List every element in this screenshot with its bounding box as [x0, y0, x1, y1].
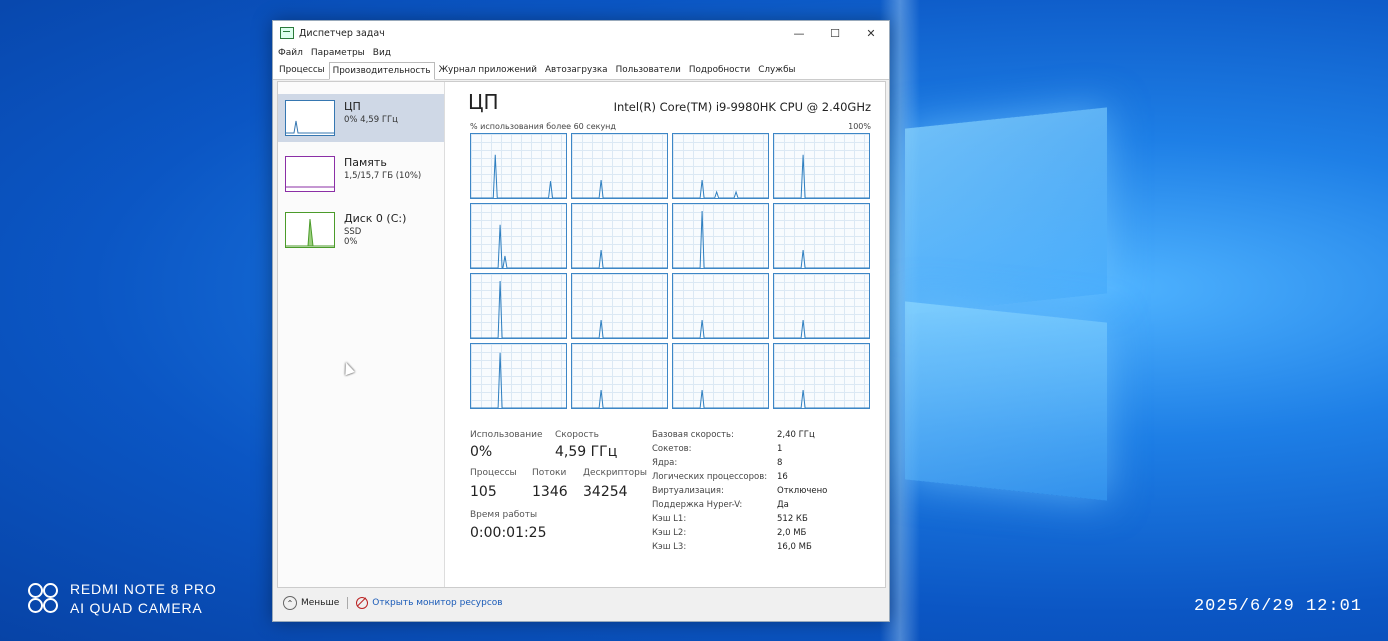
logical-processor-graph [470, 343, 567, 409]
logical-processor-graph [672, 343, 769, 409]
performance-panel: ЦП 0% 4,59 ГГц Память 1,5/15,7 ГБ (10%) … [277, 81, 886, 588]
cpu-detail-pane: ЦП Intel(R) Core(TM) i9-9980HK CPU @ 2.4… [444, 82, 885, 587]
tab-processes[interactable]: Процессы [275, 61, 329, 79]
tab-bar: Процессы Производительность Журнал прило… [273, 60, 889, 80]
speed-label: Скорость [555, 430, 599, 440]
camera-watermark-line1: REDMI NOTE 8 PRO [70, 581, 217, 597]
logical-processor-graph [773, 203, 870, 269]
menu-bar: Файл Параметры Вид [273, 45, 889, 60]
spec-value: 16,0 МБ [777, 542, 812, 552]
photo-datestamp: 2025/6/29 12:01 [1193, 597, 1362, 616]
memory-thumbnail-graph [285, 156, 335, 192]
title-bar[interactable]: Диспетчер задач — ☐ ✕ [273, 21, 889, 45]
menu-view[interactable]: Вид [373, 48, 391, 58]
spec-key: Поддержка Hyper-V: [652, 500, 743, 510]
tab-users[interactable]: Пользователи [612, 61, 685, 79]
tab-app-history[interactable]: Журнал приложений [435, 61, 541, 79]
usage-value: 0% [470, 444, 493, 460]
threads-label: Потоки [532, 468, 567, 478]
windows-logo-pane-top [905, 107, 1107, 315]
task-manager-icon [280, 27, 294, 39]
logical-processor-graph [571, 273, 668, 339]
footer-bar: ⌃ Меньше Открыть монитор ресурсов [273, 589, 889, 617]
logical-processor-graph [773, 343, 870, 409]
minimize-button[interactable]: — [781, 21, 817, 45]
footer-divider [347, 597, 349, 609]
sidebar-item-disk[interactable]: Диск 0 (C:) SSD 0% [278, 206, 444, 254]
uptime-label: Время работы [470, 510, 538, 520]
spec-value: 1 [777, 444, 783, 454]
sidebar-item-label: ЦП [344, 100, 361, 113]
sidebar-item-cpu[interactable]: ЦП 0% 4,59 ГГц [278, 94, 444, 142]
camera-logo-icon [28, 583, 60, 613]
spec-value: Да [777, 500, 789, 510]
spec-key: Сокетов: [652, 444, 692, 454]
task-manager-window: Диспетчер задач — ☐ ✕ Файл Параметры Вид… [272, 20, 890, 622]
usage-label: Использование [470, 430, 543, 440]
logical-processor-graph [470, 273, 567, 339]
graph-max-label: 100% [848, 122, 871, 131]
sidebar-item-memory[interactable]: Память 1,5/15,7 ГБ (10%) [278, 150, 444, 198]
handles-value: 34254 [583, 484, 628, 500]
spec-key: Кэш L3: [652, 542, 687, 552]
spec-value: 8 [777, 458, 783, 468]
sidebar-item-detail-2: 0% [344, 237, 358, 247]
spec-value: 2,40 ГГц [777, 430, 815, 440]
tab-details[interactable]: Подробности [685, 61, 754, 79]
logical-processor-graph [571, 133, 668, 199]
cpu-thumbnail-graph [285, 100, 335, 136]
logical-processor-graph [470, 133, 567, 199]
logical-processor-graph [571, 203, 668, 269]
spec-value: Отключено [777, 486, 828, 496]
windows-logo-pane-bottom [905, 301, 1107, 501]
page-title: ЦП [468, 90, 499, 114]
logical-processor-graph [571, 343, 668, 409]
sidebar-item-detail: 1,5/15,7 ГБ (10%) [344, 171, 422, 181]
tab-startup[interactable]: Автозагрузка [541, 61, 612, 79]
tab-performance[interactable]: Производительность [328, 62, 435, 80]
logical-processor-graph [773, 133, 870, 199]
logical-processor-graph [672, 203, 769, 269]
spec-value: 2,0 МБ [777, 528, 807, 538]
disk-thumbnail-graph [285, 212, 335, 248]
threads-value: 1346 [532, 484, 568, 500]
processes-value: 105 [470, 484, 497, 500]
logical-processor-graph [672, 133, 769, 199]
logical-processor-graph [773, 273, 870, 339]
spec-key: Кэш L2: [652, 528, 687, 538]
chevron-up-icon[interactable]: ⌃ [283, 596, 297, 610]
spec-value: 512 КБ [777, 514, 808, 524]
menu-options[interactable]: Параметры [311, 48, 365, 58]
logical-processor-graph [672, 273, 769, 339]
sidebar-item-detail: 0% 4,59 ГГц [344, 115, 398, 125]
window-title: Диспетчер задач [299, 27, 385, 39]
logical-processor-graphs [470, 133, 870, 409]
sidebar-item-label: Диск 0 (C:) [344, 212, 407, 225]
handles-label: Дескрипторы [583, 468, 647, 478]
speed-value: 4,59 ГГц [555, 444, 618, 460]
uptime-value: 0:00:01:25 [470, 525, 547, 541]
spec-key: Виртуализация: [652, 486, 724, 496]
processes-label: Процессы [470, 468, 517, 478]
fewer-details-link[interactable]: Меньше [301, 598, 339, 608]
maximize-button[interactable]: ☐ [817, 21, 853, 45]
graph-caption: % использования более 60 секунд [470, 122, 616, 131]
resource-monitor-icon [356, 597, 369, 609]
tab-services[interactable]: Службы [754, 61, 799, 79]
sidebar-item-label: Память [344, 156, 387, 169]
spec-key: Кэш L1: [652, 514, 687, 524]
menu-file[interactable]: Файл [278, 48, 303, 58]
spec-value: 16 [777, 472, 788, 482]
sidebar-item-detail: SSD [344, 227, 362, 237]
logical-processor-graph [470, 203, 567, 269]
camera-watermark-line2: AI QUAD CAMERA [70, 600, 203, 616]
spec-key: Базовая скорость: [652, 430, 734, 440]
close-button[interactable]: ✕ [853, 21, 889, 45]
cpu-model-name: Intel(R) Core(TM) i9-9980HK CPU @ 2.40GH… [613, 100, 871, 114]
resource-sidebar: ЦП 0% 4,59 ГГц Память 1,5/15,7 ГБ (10%) … [278, 82, 445, 587]
spec-key: Ядра: [652, 458, 678, 468]
spec-key: Логических процессоров: [652, 472, 768, 482]
open-resource-monitor-link[interactable]: Открыть монитор ресурсов [372, 598, 502, 608]
